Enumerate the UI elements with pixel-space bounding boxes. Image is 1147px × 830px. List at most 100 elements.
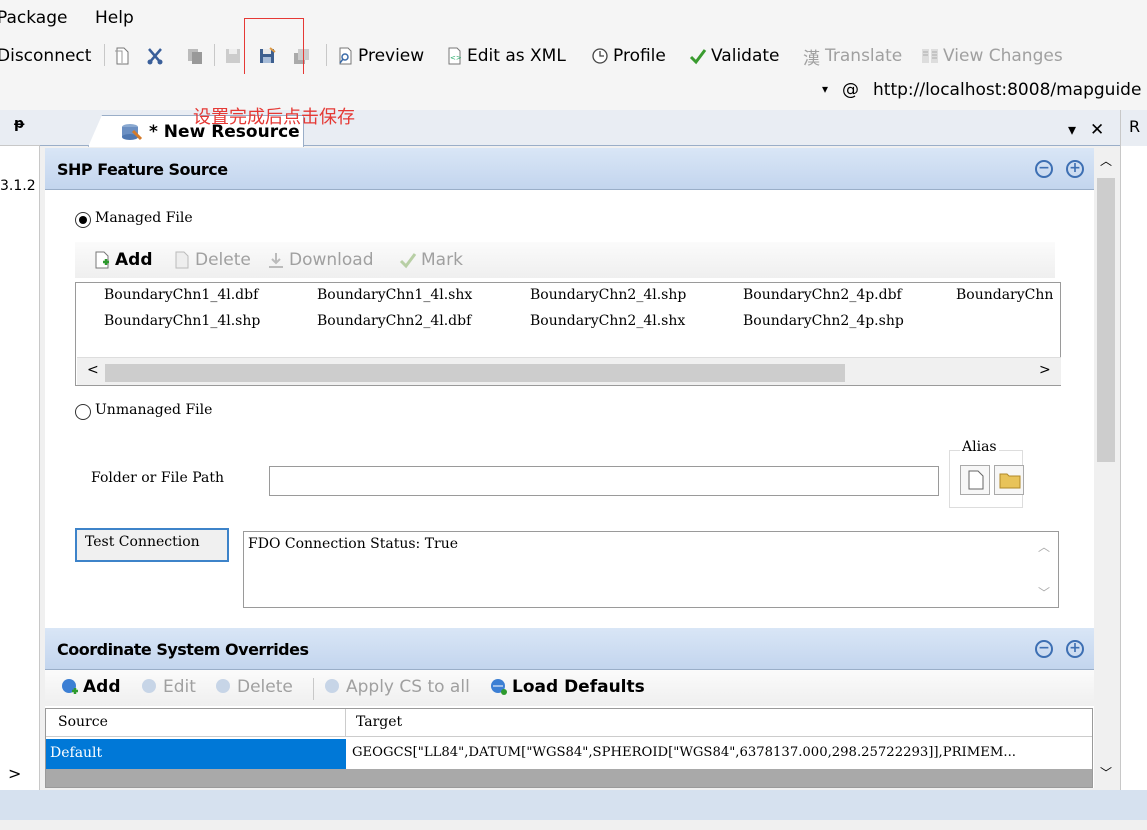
list-item[interactable]: BoundaryChn2_4l.shp xyxy=(530,287,686,303)
cut-icon[interactable] xyxy=(146,44,168,68)
alias-label: Alias xyxy=(960,439,999,455)
collapse-icon[interactable]: − xyxy=(1035,160,1053,178)
tab-close-icon[interactable]: ✕ xyxy=(1090,120,1104,140)
row-source-cell[interactable]: Default xyxy=(46,739,346,769)
browse-folder-button[interactable] xyxy=(994,465,1024,495)
edit-xml-button[interactable]: <> Edit as XML xyxy=(445,44,566,68)
main-toolbar: Disconnect Preview <> Edit as XML Profil… xyxy=(0,36,1147,74)
row-target-cell[interactable]: GEOGCS["LL84",DATUM["WGS84",SPHEROID["WG… xyxy=(346,739,1092,769)
file-mark-button[interactable]: Mark xyxy=(399,248,463,272)
download-icon xyxy=(269,253,283,268)
properties-pane: R xyxy=(1120,110,1147,790)
add-file-icon xyxy=(95,251,109,269)
vscroll-up-icon[interactable]: ︿ xyxy=(1100,152,1112,169)
delete-file-icon xyxy=(175,251,189,269)
cs-expand-icon[interactable]: + xyxy=(1066,640,1084,658)
path-label: Folder or File Path xyxy=(91,470,224,486)
globe-edit-icon xyxy=(142,679,156,693)
managed-file-radio[interactable] xyxy=(75,212,91,228)
bottom-strip xyxy=(0,820,1147,830)
shp-section-header: SHP Feature Source − + xyxy=(45,148,1095,190)
check-icon xyxy=(689,49,707,65)
feature-source-icon xyxy=(122,124,143,141)
alias-group: Alias xyxy=(949,439,1024,508)
cs-toolbar: Add Edit Delete Apply CS to all Load Def… xyxy=(45,670,1095,706)
save-disabled-icon[interactable] xyxy=(224,44,246,68)
new-icon[interactable] xyxy=(113,44,135,68)
globe-load-icon xyxy=(491,679,507,695)
scroll-right-icon[interactable]: > xyxy=(1039,362,1051,378)
file-list-hscrollbar[interactable]: < > xyxy=(77,357,1061,385)
list-item[interactable]: BoundaryChn1_4l.shx xyxy=(317,287,472,303)
scroll-up-icon[interactable]: ︿ xyxy=(1038,538,1050,555)
list-item[interactable]: BoundaryChn2_4l.dbf xyxy=(317,313,471,329)
menu-help[interactable]: Help xyxy=(95,8,134,28)
disconnect-button[interactable]: Disconnect xyxy=(0,44,91,68)
path-input[interactable] xyxy=(269,466,939,496)
test-connection-button[interactable]: Test Connection xyxy=(75,528,229,562)
file-download-button[interactable]: Download xyxy=(267,248,374,272)
expand-arrow-icon[interactable]: > xyxy=(8,764,21,783)
scroll-left-icon[interactable]: < xyxy=(87,362,99,378)
file-toolbar: Add Delete Download Mark xyxy=(75,242,1055,278)
mark-check-icon xyxy=(399,253,417,269)
unmanaged-file-label: Unmanaged File xyxy=(95,402,213,418)
status-bar xyxy=(0,790,1147,820)
content-vscrollbar[interactable]: ︿ ﹀ xyxy=(1094,148,1118,788)
cs-apply-all-button[interactable]: Apply CS to all xyxy=(324,675,470,699)
cs-delete-button[interactable]: Delete xyxy=(215,675,293,699)
cs-collapse-icon[interactable]: − xyxy=(1035,640,1053,658)
cs-add-button[interactable]: Add xyxy=(61,675,121,699)
file-delete-button[interactable]: Delete xyxy=(173,248,251,272)
list-item[interactable]: BoundaryChn xyxy=(956,287,1053,303)
profile-button[interactable]: Profile xyxy=(591,44,666,68)
diff-icon xyxy=(922,49,938,63)
clock-icon xyxy=(592,48,608,64)
chevron-down-icon[interactable]: ▾ xyxy=(822,82,828,96)
globe-apply-icon xyxy=(325,679,339,693)
annotation-text: 设置完成后点击保存 xyxy=(193,107,355,128)
list-item[interactable]: BoundaryChn2_4l.shx xyxy=(530,313,685,329)
connection-status-box: FDO Connection Status: True ︿ ﹀ xyxy=(243,531,1059,608)
globe-delete-icon xyxy=(216,679,230,693)
connection-status-text: FDO Connection Status: True xyxy=(248,536,459,552)
column-header-target[interactable]: Target xyxy=(346,709,1092,737)
cs-edit-button[interactable]: Edit xyxy=(141,675,196,699)
vscroll-thumb[interactable] xyxy=(1097,178,1115,462)
managed-file-label: Managed File xyxy=(95,210,193,226)
list-item[interactable]: BoundaryChn1_4l.dbf xyxy=(104,287,258,303)
tab-dropdown-icon[interactable]: ▾ xyxy=(1068,120,1076,139)
menu-bar: Package Help xyxy=(0,0,1147,36)
xml-icon: <> xyxy=(448,47,462,65)
copy-icon[interactable] xyxy=(186,44,208,68)
menu-package[interactable]: Package xyxy=(0,8,67,28)
vscroll-down-icon[interactable]: ﹀ xyxy=(1100,764,1112,781)
globe-add-icon xyxy=(62,679,78,694)
right-pane-label: R xyxy=(1129,117,1141,136)
cs-section-title: Coordinate System Overrides xyxy=(57,640,309,659)
cs-load-defaults-button[interactable]: Load Defaults xyxy=(490,675,645,699)
hscroll-thumb[interactable] xyxy=(105,364,845,382)
validate-button[interactable]: Validate xyxy=(689,44,780,68)
preview-icon xyxy=(339,47,352,65)
folder-icon xyxy=(999,473,1021,489)
column-header-source[interactable]: Source xyxy=(46,709,346,737)
pin-icon[interactable]: ᵽ xyxy=(14,116,24,132)
translate-button[interactable]: 漢 Translate xyxy=(803,44,902,69)
file-list: BoundaryChn1_4l.dbf BoundaryChn1_4l.shx … xyxy=(75,282,1061,386)
preview-button[interactable]: Preview xyxy=(336,44,424,68)
at-icon: @ xyxy=(842,80,859,100)
list-item[interactable]: BoundaryChn2_4p.shp xyxy=(743,313,904,329)
site-explorer-pane: ᵽ 3.1.2 > xyxy=(0,110,40,790)
editor-content: SHP Feature Source − + Managed File Add … xyxy=(45,148,1095,788)
unmanaged-file-radio[interactable] xyxy=(75,404,91,420)
scroll-down-icon[interactable]: ﹀ xyxy=(1038,584,1050,601)
list-item[interactable]: BoundaryChn1_4l.shp xyxy=(104,313,260,329)
cs-section-header: Coordinate System Overrides − + xyxy=(45,628,1095,670)
view-changes-button[interactable]: View Changes xyxy=(921,44,1063,68)
file-icon xyxy=(968,470,984,490)
file-add-button[interactable]: Add xyxy=(93,248,153,272)
expand-icon[interactable]: + xyxy=(1066,160,1084,178)
list-item[interactable]: BoundaryChn2_4p.dbf xyxy=(743,287,902,303)
new-alias-button[interactable] xyxy=(960,465,990,495)
